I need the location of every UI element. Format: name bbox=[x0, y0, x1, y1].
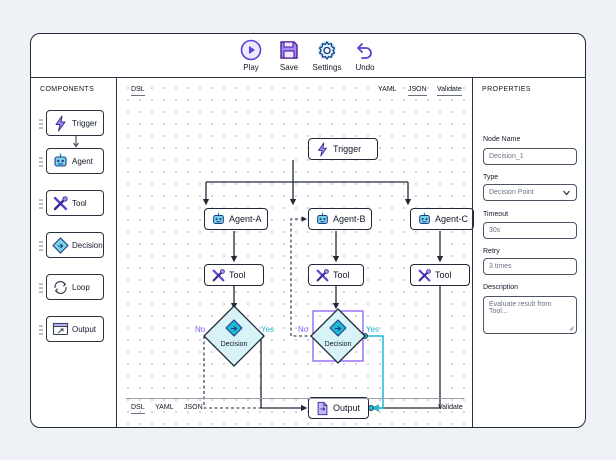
chevron-down-icon bbox=[563, 190, 570, 196]
gear-icon bbox=[318, 41, 336, 60]
type-select[interactable]: Decision Point bbox=[483, 184, 577, 201]
play-icon bbox=[240, 39, 262, 61]
node-agent-c[interactable]: Agent-C bbox=[410, 208, 474, 230]
component-label: Trigger bbox=[72, 119, 98, 128]
node-tool-b[interactable]: Tool bbox=[308, 264, 364, 286]
drag-handle-icon[interactable] bbox=[39, 283, 43, 293]
timeout-label: Timeout bbox=[483, 211, 509, 218]
node-name-field[interactable]: Decision_1 bbox=[483, 148, 577, 165]
lightning-icon bbox=[55, 115, 66, 132]
decision-diamond-icon bbox=[203, 305, 265, 367]
component-label: Tool bbox=[72, 199, 87, 208]
component-agent[interactable]: Agent bbox=[39, 148, 104, 174]
flow-canvas[interactable]: DSL YAML JSON Validate Trigger Agent-A A… bbox=[118, 78, 474, 427]
node-tool-a[interactable]: Tool bbox=[204, 264, 264, 286]
flow-connectors bbox=[202, 160, 444, 412]
component-decision[interactable]: Decision bbox=[39, 232, 104, 258]
retry-field[interactable]: 3 times bbox=[483, 258, 577, 275]
validate-button-bottom[interactable]: Validate bbox=[438, 404, 463, 413]
component-tool[interactable]: Tool bbox=[39, 190, 104, 216]
edge-label-yes: Yes bbox=[366, 325, 380, 334]
resize-handle-icon[interactable] bbox=[569, 326, 574, 331]
component-label: Output bbox=[72, 325, 97, 334]
app-window: Play Save Settings Undo COMPONENTS Trigg… bbox=[30, 33, 586, 428]
timeout-field[interactable]: 30s bbox=[483, 222, 577, 239]
drag-handle-icon[interactable] bbox=[39, 241, 43, 251]
node-agent-a[interactable]: Agent-A bbox=[204, 208, 268, 230]
component-label: Decision bbox=[72, 241, 103, 250]
robot-icon bbox=[54, 153, 67, 167]
drag-handle-icon[interactable] bbox=[39, 119, 43, 129]
node-agent-b[interactable]: Agent-B bbox=[308, 208, 372, 230]
decision-diamond-icon bbox=[310, 308, 366, 364]
tab-dsl-bottom[interactable]: DSL bbox=[131, 404, 145, 414]
loop-icon bbox=[54, 280, 67, 295]
drag-handle-icon[interactable] bbox=[39, 199, 43, 209]
edge-label-no: No bbox=[195, 325, 206, 334]
components-panel: COMPONENTS Trigger Agent Tool Decision L… bbox=[31, 78, 117, 427]
wrench-screwdriver-icon bbox=[53, 196, 68, 211]
node-decision-1[interactable]: Decision bbox=[202, 304, 266, 368]
undo-icon bbox=[357, 43, 372, 59]
component-loop[interactable]: Loop bbox=[39, 274, 104, 300]
component-label: Agent bbox=[72, 157, 93, 166]
wrench-screwdriver-icon bbox=[212, 269, 225, 282]
node-name-label: Node Name bbox=[483, 136, 521, 143]
description-placeholder: Evaluate result from Tool... bbox=[489, 301, 552, 315]
drag-handle-icon[interactable] bbox=[39, 325, 43, 335]
robot-icon bbox=[213, 212, 224, 224]
decision-diamond-icon bbox=[52, 237, 69, 254]
description-textarea[interactable]: Evaluate result from Tool... bbox=[483, 296, 577, 334]
toolbar: Play Save Settings Undo bbox=[31, 34, 585, 78]
node-tool-c[interactable]: Tool bbox=[410, 264, 470, 286]
wrench-screwdriver-icon bbox=[316, 269, 329, 282]
wrench-screwdriver-icon bbox=[418, 269, 431, 282]
retry-value: 3 times bbox=[489, 263, 512, 270]
robot-icon bbox=[419, 212, 430, 224]
properties-title: PROPERTIES bbox=[482, 86, 531, 93]
node-decision-2-selected[interactable]: Decision bbox=[306, 304, 370, 368]
node-output[interactable]: Output bbox=[308, 397, 369, 419]
type-value: Decision Point bbox=[489, 189, 534, 196]
node-label: Trigger bbox=[333, 144, 362, 154]
components-title: COMPONENTS bbox=[40, 86, 95, 93]
node-label: Decision bbox=[220, 341, 248, 348]
connector-arrow bbox=[73, 136, 79, 148]
description-label: Description bbox=[483, 284, 519, 291]
edge-label-no: No bbox=[298, 325, 309, 334]
node-label: Agent-C bbox=[435, 214, 469, 224]
node-label: Output bbox=[333, 403, 361, 413]
robot-icon bbox=[317, 212, 328, 224]
save-icon bbox=[280, 41, 298, 59]
lightning-icon bbox=[318, 142, 327, 157]
node-trigger[interactable]: Trigger bbox=[308, 138, 378, 160]
tab-yaml-bottom[interactable]: YAML bbox=[155, 404, 174, 413]
node-label: Agent-B bbox=[333, 214, 366, 224]
retry-label: Retry bbox=[483, 248, 500, 255]
node-label: Decision bbox=[324, 341, 352, 348]
undo-button[interactable]: Undo bbox=[339, 39, 391, 72]
undo-label: Undo bbox=[355, 63, 375, 72]
divider bbox=[126, 398, 464, 399]
properties-panel: PROPERTIES Node Name Decision_1 Type Dec… bbox=[472, 78, 585, 427]
node-label: Tool bbox=[229, 270, 246, 280]
node-label: Tool bbox=[435, 270, 452, 280]
timeout-value: 30s bbox=[489, 227, 501, 234]
component-label: Loop bbox=[72, 283, 90, 292]
document-icon bbox=[317, 401, 328, 416]
node-name-value: Decision_1 bbox=[489, 153, 524, 160]
type-label: Type bbox=[483, 174, 499, 181]
node-label: Tool bbox=[333, 270, 350, 280]
drag-handle-icon[interactable] bbox=[39, 157, 43, 167]
output-window-icon bbox=[52, 322, 69, 336]
tab-json-bottom[interactable]: JSON bbox=[184, 404, 203, 413]
component-trigger[interactable]: Trigger bbox=[39, 110, 104, 136]
node-label: Agent-A bbox=[229, 214, 262, 224]
edge-label-yes: Yes bbox=[261, 325, 275, 334]
component-output[interactable]: Output bbox=[39, 316, 104, 342]
